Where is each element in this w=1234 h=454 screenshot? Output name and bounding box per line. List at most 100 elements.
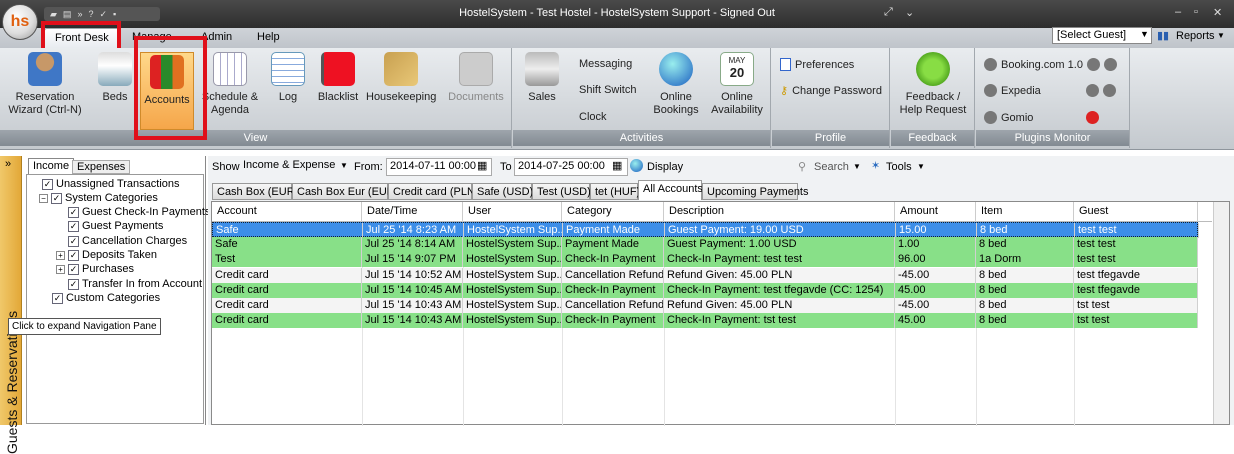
column-description[interactable]: Description (664, 202, 895, 222)
table-cell: Payment Made (563, 223, 665, 238)
messaging-button[interactable]: Messaging (579, 58, 632, 70)
chevron-down-icon[interactable]: ▼ (340, 161, 348, 170)
beds-button[interactable]: Beds (92, 50, 138, 130)
documents-button[interactable]: Documents (444, 50, 508, 130)
tree-item[interactable]: − ✓ System Categories (39, 192, 158, 204)
plugin-gomio[interactable]: Gomio (984, 111, 1120, 124)
chevron-down-icon[interactable]: ▼ (853, 162, 861, 171)
preferences-button[interactable]: Preferences (780, 58, 854, 71)
column-guest[interactable]: Guest (1074, 202, 1198, 222)
plugin-booking[interactable]: Booking.com 1.0 (984, 58, 1117, 71)
checkbox[interactable]: ✓ (52, 292, 63, 304)
display-button[interactable]: Display (647, 161, 683, 173)
ribbon-minimize-icon[interactable]: ⤢ (884, 6, 893, 19)
maximize-button[interactable]: ▫ (1194, 6, 1198, 18)
checkbox[interactable]: ✓ (42, 178, 53, 190)
tab-help[interactable]: Help (257, 31, 280, 43)
guests-reservations-label[interactable]: Guests & Reservations (4, 311, 20, 454)
calendar-icon[interactable]: ▦ (477, 159, 487, 172)
checkbox[interactable]: ✓ (68, 249, 79, 261)
checkbox[interactable]: ✓ (68, 235, 79, 247)
column-date-time[interactable]: Date/Time (362, 202, 463, 222)
tree-item[interactable]: ✓ Guest Check-In Payments (68, 206, 210, 218)
reservation-wizard-button[interactable]: Reservation Wizard (Ctrl-N) (4, 50, 86, 130)
table-cell: test tfegavde (1074, 267, 1198, 283)
reports-menu[interactable]: Reports (1176, 30, 1215, 42)
app-logo[interactable]: hs (2, 4, 38, 40)
expand-icon[interactable]: + (56, 264, 65, 274)
feedback-group-label: Feedback (891, 130, 974, 146)
expand-icon[interactable]: » (5, 158, 11, 170)
tools-menu[interactable]: Tools (886, 161, 912, 173)
blacklist-button[interactable]: Blacklist (314, 50, 362, 130)
show-select[interactable]: Income & Expense (240, 158, 352, 176)
tab-cash-box-eur[interactable]: Cash Box (EUR) (212, 183, 298, 200)
tree-item[interactable]: ✓ Cancellation Charges (68, 235, 187, 247)
tab-expenses[interactable]: Expenses (72, 160, 131, 174)
chevron-down-icon[interactable]: ▼ (917, 162, 925, 171)
column-amount[interactable]: Amount (895, 202, 976, 222)
collapse-icon[interactable]: − (39, 193, 48, 203)
checkbox[interactable]: ✓ (68, 263, 79, 275)
table-cell: Safe (213, 223, 363, 238)
tree-item[interactable]: ✓ Custom Categories (52, 292, 160, 304)
tree-item[interactable]: + ✓ Deposits Taken (56, 249, 157, 261)
tree-item[interactable]: ✓ Transfer In from Account (68, 278, 202, 290)
change-password-button[interactable]: ⚷ Change Password (780, 84, 882, 98)
table-row[interactable]: Test Jul 15 '14 9:07 PM HostelSystem Sup..… (212, 252, 1198, 268)
table-row[interactable]: Credit card Jul 15 '14 10:52 AM HostelSyst… (212, 267, 1198, 283)
online-bookings-button[interactable]: Online Bookings (651, 50, 701, 130)
guest-select[interactable]: [Select Guest] (1052, 27, 1152, 44)
tab-all-accounts[interactable]: All Accounts (638, 180, 703, 200)
search-button[interactable]: Search (814, 161, 849, 173)
plugin-expedia[interactable]: Expedia (984, 84, 1120, 97)
tab-upcoming-payments[interactable]: Upcoming Payments (702, 183, 809, 200)
tab-tet-huf[interactable]: tet (HUF) (590, 183, 640, 200)
table-cell: Credit card (212, 267, 362, 283)
online-availability-button[interactable]: MAY 20 Online Availability (707, 50, 767, 130)
table-row[interactable]: Credit card Jul 15 '14 10:43 AM HostelSyst… (212, 298, 1198, 313)
sales-button[interactable]: Sales (517, 50, 567, 130)
chevron-down-icon[interactable]: ▼ (1217, 31, 1225, 40)
checkbox[interactable]: ✓ (68, 220, 79, 232)
tab-test-usd[interactable]: Test (USD) (532, 183, 591, 200)
table-cell: Refund Given: 45.00 PLN (664, 267, 895, 283)
calendar-icon[interactable]: ▦ (612, 159, 622, 172)
table-cell: Check-In Payment (562, 282, 664, 298)
table-cell: Jul 15 '14 10:45 AM (362, 282, 463, 298)
checkbox[interactable]: ✓ (51, 192, 62, 204)
close-button[interactable]: ✕ (1213, 6, 1222, 19)
schedule-agenda-button[interactable]: Schedule & Agenda (200, 50, 260, 130)
tree-item[interactable]: ✓ Guest Payments (68, 220, 163, 232)
table-row[interactable]: Safe Jul 25 '14 8:23 AM HostelSystem Sup..… (212, 222, 1199, 238)
column-item[interactable]: Item (976, 202, 1074, 222)
activities-group: Sales Messaging Shift Switch Clock Onlin… (513, 48, 771, 148)
chevron-down-icon[interactable]: ⌄ (905, 6, 914, 19)
tab-income[interactable]: Income (28, 158, 75, 174)
account-tabs: Cash Box (EUR) Cash Box Eur (EUR) Credit… (208, 180, 1234, 200)
column-category[interactable]: Category (562, 202, 664, 222)
tab-safe-usd[interactable]: Safe (USD) (472, 183, 533, 200)
tab-credit-card-pln[interactable]: Credit card (PLN) (388, 183, 479, 200)
tab-cash-box-eur-2[interactable]: Cash Box Eur (EUR) (292, 183, 398, 200)
table-row[interactable]: Safe Jul 25 '14 8:14 AM HostelSystem Sup..… (212, 237, 1198, 253)
checkbox[interactable]: ✓ (68, 278, 79, 290)
column-account[interactable]: Account (212, 202, 362, 222)
minimize-button[interactable]: – (1175, 6, 1181, 18)
chevron-down-icon[interactable]: ▼ (1140, 29, 1149, 39)
feedback-help-request-button[interactable]: Feedback / Help Request (895, 50, 971, 130)
clock-button[interactable]: Clock (579, 111, 607, 123)
shift-switch-button[interactable]: Shift Switch (579, 84, 636, 96)
tree-item[interactable]: ✓ Unassigned Transactions (42, 178, 180, 190)
to-date-input[interactable]: 2014-07-25 00:00 (514, 158, 628, 176)
checkbox[interactable]: ✓ (68, 206, 79, 218)
log-button[interactable]: Log (268, 50, 308, 130)
expand-icon[interactable]: + (56, 250, 65, 260)
housekeeping-button[interactable]: Housekeeping (366, 50, 436, 130)
column-user[interactable]: User (463, 202, 562, 222)
table-row[interactable]: Credit card Jul 15 '14 10:43 AM HostelSyst… (212, 313, 1198, 329)
navigation-strip[interactable]: » Guests & Reservations (0, 156, 22, 454)
vertical-scrollbar[interactable] (1213, 202, 1229, 424)
tree-item[interactable]: + ✓ Purchases (56, 263, 134, 275)
table-row[interactable]: Credit card Jul 15 '14 10:45 AM HostelSyst… (212, 282, 1198, 298)
